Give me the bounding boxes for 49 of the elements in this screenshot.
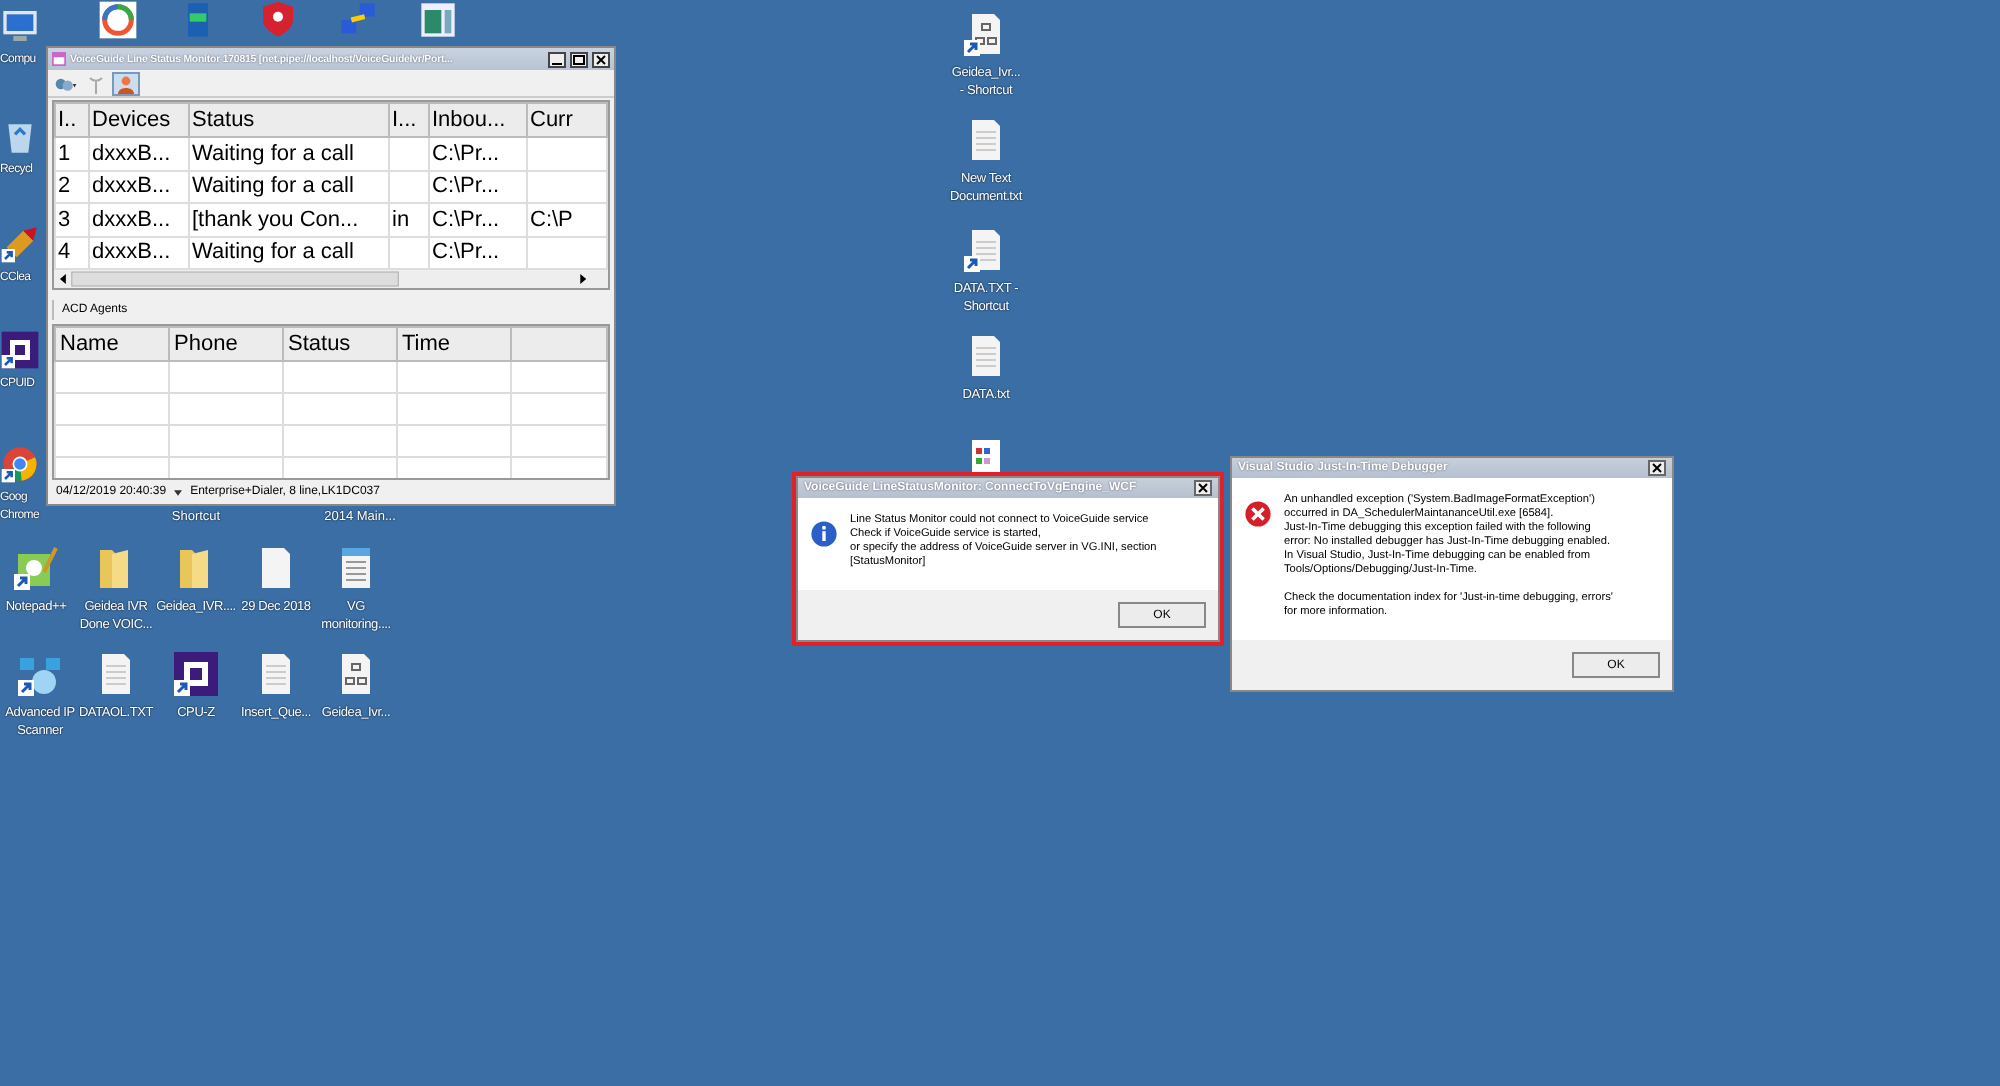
column-header[interactable]: Curr bbox=[527, 103, 607, 138]
table-cell: Waiting for a call bbox=[192, 174, 354, 199]
column-header[interactable]: Inbou... bbox=[429, 103, 527, 138]
close-button[interactable] bbox=[1194, 480, 1212, 496]
table-cell: dxxxB... bbox=[92, 174, 171, 199]
table-cell: [thank you Con... bbox=[192, 207, 359, 232]
notepad-icon[interactable] bbox=[12, 544, 60, 592]
table-cell: dxxxB... bbox=[92, 207, 171, 232]
table-cell: 2 bbox=[58, 174, 71, 199]
chip-icon[interactable] bbox=[0, 330, 40, 370]
table-cell: dxxxB... bbox=[92, 240, 171, 265]
error-icon bbox=[1244, 500, 1272, 528]
app-icon bbox=[52, 52, 66, 66]
caret-icon[interactable] bbox=[174, 489, 183, 495]
column-header[interactable]: Status bbox=[189, 103, 389, 138]
table-cell: 3 bbox=[58, 207, 71, 232]
table-cell: C:\Pr... bbox=[432, 207, 500, 232]
window-app-icon[interactable] bbox=[418, 0, 458, 40]
table-cell: C:\Pr... bbox=[432, 142, 500, 167]
info-icon bbox=[810, 520, 838, 548]
table-cell: 1 bbox=[58, 142, 71, 167]
table-cell: in bbox=[392, 207, 410, 232]
table-cell: Waiting for a call bbox=[192, 142, 354, 167]
table-cell: Waiting for a call bbox=[192, 240, 354, 265]
table-cell: C:\P bbox=[530, 207, 573, 232]
close-button[interactable] bbox=[1648, 460, 1666, 476]
column-header[interactable]: Devices bbox=[89, 103, 189, 138]
chrome-icon[interactable] bbox=[0, 444, 40, 484]
column-header[interactable]: Name bbox=[55, 327, 169, 361]
ring-app-icon[interactable] bbox=[98, 0, 138, 40]
shield-icon[interactable] bbox=[258, 0, 298, 40]
table-cell: dxxxB... bbox=[92, 142, 171, 167]
table-cell: C:\Pr... bbox=[432, 240, 500, 265]
column-header[interactable]: I... bbox=[389, 103, 429, 138]
column-header[interactable]: Phone bbox=[169, 327, 283, 361]
agent-icon[interactable] bbox=[114, 73, 138, 93]
phones-icon[interactable] bbox=[54, 73, 78, 93]
computer-icon[interactable] bbox=[0, 6, 40, 46]
close-button[interactable] bbox=[592, 51, 610, 67]
horizontal-scrollbar[interactable] bbox=[54, 270, 608, 288]
minimize-button[interactable] bbox=[548, 51, 566, 67]
column-header[interactable]: Status bbox=[283, 327, 397, 361]
column-header[interactable]: I.. bbox=[55, 103, 89, 138]
ccleaner-icon[interactable] bbox=[0, 224, 40, 264]
table-cell: 4 bbox=[58, 240, 71, 265]
table-cell: C:\Pr... bbox=[432, 174, 500, 199]
chip-icon[interactable] bbox=[172, 650, 220, 698]
column-header[interactable]: Time bbox=[397, 327, 511, 361]
maximize-button[interactable] bbox=[570, 51, 588, 67]
